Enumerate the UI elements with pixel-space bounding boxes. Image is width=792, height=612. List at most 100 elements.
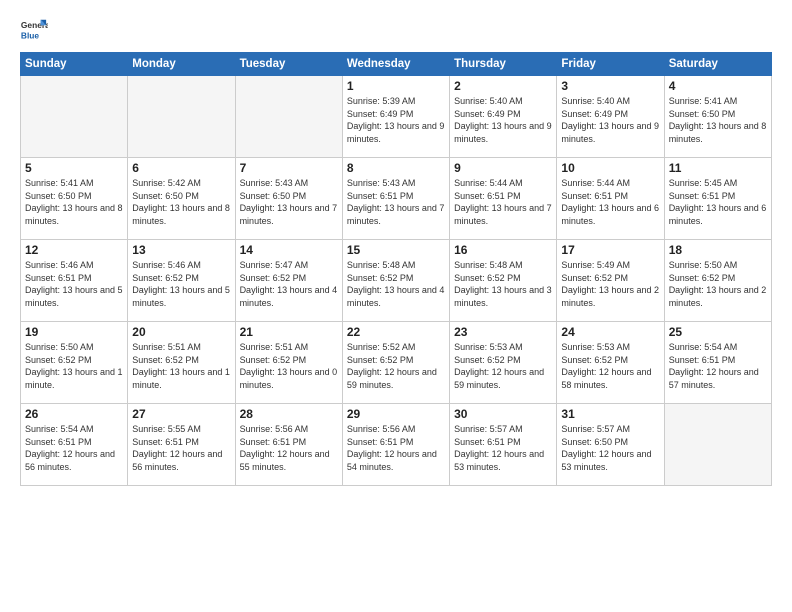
- day-detail: Sunrise: 5:56 AM Sunset: 6:51 PM Dayligh…: [240, 423, 338, 473]
- calendar-cell: 18 Sunrise: 5:50 AM Sunset: 6:52 PM Dayl…: [664, 240, 771, 322]
- day-detail: Sunrise: 5:49 AM Sunset: 6:52 PM Dayligh…: [561, 259, 659, 309]
- calendar-cell: 12 Sunrise: 5:46 AM Sunset: 6:51 PM Dayl…: [21, 240, 128, 322]
- day-detail: Sunrise: 5:53 AM Sunset: 6:52 PM Dayligh…: [561, 341, 659, 391]
- calendar-cell: 25 Sunrise: 5:54 AM Sunset: 6:51 PM Dayl…: [664, 322, 771, 404]
- day-number: 17: [561, 243, 659, 257]
- day-number: 30: [454, 407, 552, 421]
- calendar-cell: 23 Sunrise: 5:53 AM Sunset: 6:52 PM Dayl…: [450, 322, 557, 404]
- day-number: 4: [669, 79, 767, 93]
- calendar-body: 1 Sunrise: 5:39 AM Sunset: 6:49 PM Dayli…: [21, 76, 772, 486]
- calendar-week-row: 1 Sunrise: 5:39 AM Sunset: 6:49 PM Dayli…: [21, 76, 772, 158]
- day-number: 13: [132, 243, 230, 257]
- day-detail: Sunrise: 5:40 AM Sunset: 6:49 PM Dayligh…: [454, 95, 552, 145]
- day-detail: Sunrise: 5:50 AM Sunset: 6:52 PM Dayligh…: [25, 341, 123, 391]
- calendar-cell: 1 Sunrise: 5:39 AM Sunset: 6:49 PM Dayli…: [342, 76, 449, 158]
- day-detail: Sunrise: 5:53 AM Sunset: 6:52 PM Dayligh…: [454, 341, 552, 391]
- day-detail: Sunrise: 5:39 AM Sunset: 6:49 PM Dayligh…: [347, 95, 445, 145]
- day-number: 15: [347, 243, 445, 257]
- calendar-table: SundayMondayTuesdayWednesdayThursdayFrid…: [20, 52, 772, 486]
- calendar-cell: 28 Sunrise: 5:56 AM Sunset: 6:51 PM Dayl…: [235, 404, 342, 486]
- day-number: 8: [347, 161, 445, 175]
- day-number: 23: [454, 325, 552, 339]
- day-detail: Sunrise: 5:42 AM Sunset: 6:50 PM Dayligh…: [132, 177, 230, 227]
- calendar-cell: 15 Sunrise: 5:48 AM Sunset: 6:52 PM Dayl…: [342, 240, 449, 322]
- calendar-cell: 30 Sunrise: 5:57 AM Sunset: 6:51 PM Dayl…: [450, 404, 557, 486]
- day-detail: Sunrise: 5:52 AM Sunset: 6:52 PM Dayligh…: [347, 341, 445, 391]
- calendar-cell: 21 Sunrise: 5:51 AM Sunset: 6:52 PM Dayl…: [235, 322, 342, 404]
- day-number: 9: [454, 161, 552, 175]
- day-detail: Sunrise: 5:41 AM Sunset: 6:50 PM Dayligh…: [25, 177, 123, 227]
- day-detail: Sunrise: 5:40 AM Sunset: 6:49 PM Dayligh…: [561, 95, 659, 145]
- weekday-header: Monday: [128, 53, 235, 76]
- day-number: 16: [454, 243, 552, 257]
- page: General Blue SundayMondayTuesdayWednesda…: [0, 0, 792, 612]
- calendar-cell: 9 Sunrise: 5:44 AM Sunset: 6:51 PM Dayli…: [450, 158, 557, 240]
- calendar-cell: 14 Sunrise: 5:47 AM Sunset: 6:52 PM Dayl…: [235, 240, 342, 322]
- calendar-cell: 3 Sunrise: 5:40 AM Sunset: 6:49 PM Dayli…: [557, 76, 664, 158]
- calendar-cell: [664, 404, 771, 486]
- calendar-cell: 27 Sunrise: 5:55 AM Sunset: 6:51 PM Dayl…: [128, 404, 235, 486]
- calendar-cell: 20 Sunrise: 5:51 AM Sunset: 6:52 PM Dayl…: [128, 322, 235, 404]
- day-number: 29: [347, 407, 445, 421]
- calendar-cell: 5 Sunrise: 5:41 AM Sunset: 6:50 PM Dayli…: [21, 158, 128, 240]
- header: General Blue: [20, 16, 772, 44]
- calendar-cell: 26 Sunrise: 5:54 AM Sunset: 6:51 PM Dayl…: [21, 404, 128, 486]
- day-number: 6: [132, 161, 230, 175]
- day-detail: Sunrise: 5:54 AM Sunset: 6:51 PM Dayligh…: [25, 423, 123, 473]
- weekday-row: SundayMondayTuesdayWednesdayThursdayFrid…: [21, 53, 772, 76]
- day-number: 12: [25, 243, 123, 257]
- day-number: 14: [240, 243, 338, 257]
- calendar-cell: 22 Sunrise: 5:52 AM Sunset: 6:52 PM Dayl…: [342, 322, 449, 404]
- day-detail: Sunrise: 5:41 AM Sunset: 6:50 PM Dayligh…: [669, 95, 767, 145]
- day-detail: Sunrise: 5:57 AM Sunset: 6:51 PM Dayligh…: [454, 423, 552, 473]
- calendar-week-row: 19 Sunrise: 5:50 AM Sunset: 6:52 PM Dayl…: [21, 322, 772, 404]
- logo-icon: General Blue: [20, 16, 48, 44]
- calendar-cell: 7 Sunrise: 5:43 AM Sunset: 6:50 PM Dayli…: [235, 158, 342, 240]
- calendar-cell: 24 Sunrise: 5:53 AM Sunset: 6:52 PM Dayl…: [557, 322, 664, 404]
- calendar-cell: 4 Sunrise: 5:41 AM Sunset: 6:50 PM Dayli…: [664, 76, 771, 158]
- calendar-cell: 6 Sunrise: 5:42 AM Sunset: 6:50 PM Dayli…: [128, 158, 235, 240]
- day-number: 1: [347, 79, 445, 93]
- weekday-header: Friday: [557, 53, 664, 76]
- day-number: 11: [669, 161, 767, 175]
- calendar-week-row: 12 Sunrise: 5:46 AM Sunset: 6:51 PM Dayl…: [21, 240, 772, 322]
- day-number: 18: [669, 243, 767, 257]
- calendar-cell: [128, 76, 235, 158]
- calendar-cell: 13 Sunrise: 5:46 AM Sunset: 6:52 PM Dayl…: [128, 240, 235, 322]
- calendar-cell: 16 Sunrise: 5:48 AM Sunset: 6:52 PM Dayl…: [450, 240, 557, 322]
- calendar-cell: 29 Sunrise: 5:56 AM Sunset: 6:51 PM Dayl…: [342, 404, 449, 486]
- day-detail: Sunrise: 5:46 AM Sunset: 6:51 PM Dayligh…: [25, 259, 123, 309]
- calendar-cell: [235, 76, 342, 158]
- weekday-header: Wednesday: [342, 53, 449, 76]
- day-detail: Sunrise: 5:43 AM Sunset: 6:50 PM Dayligh…: [240, 177, 338, 227]
- day-number: 26: [25, 407, 123, 421]
- calendar-week-row: 5 Sunrise: 5:41 AM Sunset: 6:50 PM Dayli…: [21, 158, 772, 240]
- calendar-cell: 8 Sunrise: 5:43 AM Sunset: 6:51 PM Dayli…: [342, 158, 449, 240]
- day-number: 2: [454, 79, 552, 93]
- day-number: 19: [25, 325, 123, 339]
- day-detail: Sunrise: 5:46 AM Sunset: 6:52 PM Dayligh…: [132, 259, 230, 309]
- calendar-cell: 17 Sunrise: 5:49 AM Sunset: 6:52 PM Dayl…: [557, 240, 664, 322]
- day-number: 24: [561, 325, 659, 339]
- weekday-header: Thursday: [450, 53, 557, 76]
- day-number: 25: [669, 325, 767, 339]
- weekday-header: Saturday: [664, 53, 771, 76]
- day-number: 27: [132, 407, 230, 421]
- day-number: 21: [240, 325, 338, 339]
- day-number: 7: [240, 161, 338, 175]
- calendar-cell: 19 Sunrise: 5:50 AM Sunset: 6:52 PM Dayl…: [21, 322, 128, 404]
- calendar-cell: 2 Sunrise: 5:40 AM Sunset: 6:49 PM Dayli…: [450, 76, 557, 158]
- day-detail: Sunrise: 5:55 AM Sunset: 6:51 PM Dayligh…: [132, 423, 230, 473]
- day-number: 5: [25, 161, 123, 175]
- day-detail: Sunrise: 5:51 AM Sunset: 6:52 PM Dayligh…: [240, 341, 338, 391]
- logo: General Blue: [20, 16, 52, 44]
- day-detail: Sunrise: 5:57 AM Sunset: 6:50 PM Dayligh…: [561, 423, 659, 473]
- day-detail: Sunrise: 5:44 AM Sunset: 6:51 PM Dayligh…: [454, 177, 552, 227]
- day-detail: Sunrise: 5:47 AM Sunset: 6:52 PM Dayligh…: [240, 259, 338, 309]
- calendar-cell: [21, 76, 128, 158]
- day-detail: Sunrise: 5:50 AM Sunset: 6:52 PM Dayligh…: [669, 259, 767, 309]
- weekday-header: Sunday: [21, 53, 128, 76]
- day-detail: Sunrise: 5:48 AM Sunset: 6:52 PM Dayligh…: [454, 259, 552, 309]
- calendar-cell: 10 Sunrise: 5:44 AM Sunset: 6:51 PM Dayl…: [557, 158, 664, 240]
- day-number: 20: [132, 325, 230, 339]
